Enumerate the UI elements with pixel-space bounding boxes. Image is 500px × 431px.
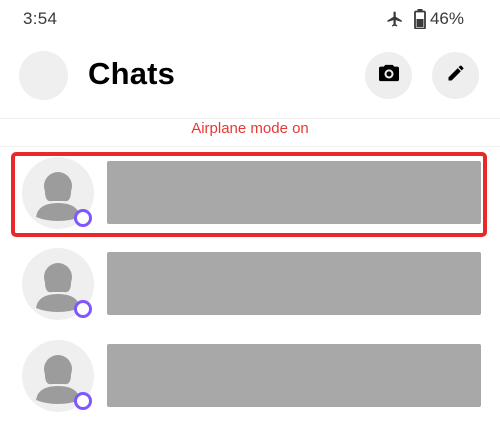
chat-row[interactable] xyxy=(0,333,500,419)
pencil-icon xyxy=(446,63,466,88)
status-bar: 3:54 46% xyxy=(0,0,500,38)
page-title: Chats xyxy=(88,56,176,91)
profile-avatar[interactable] xyxy=(19,51,68,100)
chats-header: Chats xyxy=(0,38,500,118)
compose-button[interactable] xyxy=(432,52,479,99)
banner-divider xyxy=(0,146,500,147)
highlight-box xyxy=(11,152,487,237)
online-status-indicator xyxy=(74,392,92,410)
chat-preview-placeholder xyxy=(107,344,481,407)
online-status-indicator xyxy=(74,300,92,318)
chat-avatar xyxy=(22,248,94,320)
chat-row[interactable] xyxy=(0,241,500,327)
battery-percent: 46% xyxy=(429,9,464,28)
battery-icon xyxy=(414,9,426,29)
header-divider xyxy=(0,118,500,119)
airplane-icon xyxy=(386,10,404,28)
camera-icon xyxy=(378,63,400,88)
battery-indicator: 46% xyxy=(414,9,464,29)
status-time: 3:54 xyxy=(23,9,58,28)
camera-button[interactable] xyxy=(365,52,412,99)
chat-preview-placeholder xyxy=(107,252,481,315)
airplane-mode-banner: Airplane mode on xyxy=(191,120,309,137)
status-icons: 46% xyxy=(386,9,464,29)
chat-avatar xyxy=(22,340,94,412)
